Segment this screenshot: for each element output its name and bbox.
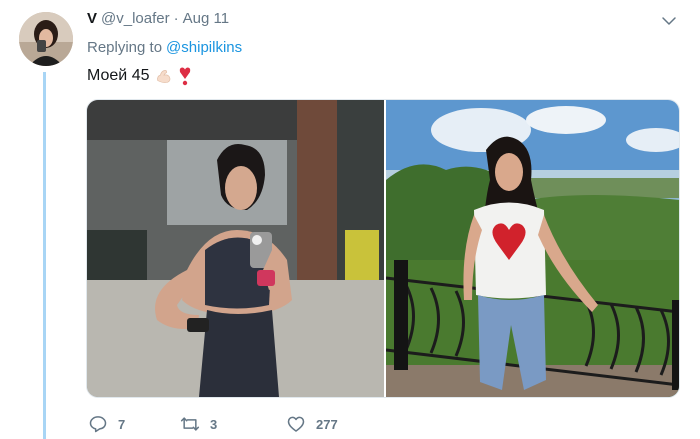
flexed-biceps-emoji-icon	[157, 70, 171, 83]
retweet-icon	[180, 417, 200, 431]
reply-button[interactable]: 7	[88, 414, 180, 434]
photo-gym-mirror-selfie[interactable]	[87, 100, 384, 397]
replying-to-mention[interactable]: @shipilkins	[166, 39, 242, 56]
tweet-actions: 7 3 277	[88, 413, 386, 435]
tweet-body: Моей 45	[87, 67, 150, 84]
retweet-count: 3	[210, 416, 218, 432]
heavy-exclamation-heart-emoji-icon	[180, 67, 191, 86]
user-handle[interactable]: @v_loafer	[101, 10, 170, 27]
display-name[interactable]: V	[87, 10, 97, 27]
replying-to-line: Replying to @shipilkins	[87, 39, 242, 56]
thread-connector-line	[43, 72, 46, 439]
gym-selfie-image	[87, 100, 384, 397]
tweet-date[interactable]: Aug 11	[183, 10, 229, 27]
tweet-text: Моей 45	[87, 66, 191, 86]
avatar-image	[19, 12, 73, 66]
heart-icon	[287, 416, 305, 432]
avatar[interactable]	[19, 12, 73, 66]
reply-count: 7	[118, 416, 126, 432]
replying-to-label: Replying to	[87, 39, 163, 56]
reply-icon	[89, 416, 107, 433]
separator-dot: ·	[173, 10, 179, 27]
photo-outdoor-railing[interactable]	[386, 100, 679, 397]
outdoor-photo-image	[386, 100, 679, 397]
tweet[interactable]: V @v_loafer · Aug 11 Replying to @shipilk…	[0, 0, 700, 439]
retweet-button[interactable]: 3	[180, 414, 286, 434]
chevron-down-icon[interactable]	[660, 12, 678, 30]
like-button[interactable]: 277	[286, 414, 386, 434]
tweet-header: V @v_loafer · Aug 11	[87, 10, 229, 30]
media-grid	[86, 99, 680, 398]
like-count: 277	[316, 416, 338, 432]
